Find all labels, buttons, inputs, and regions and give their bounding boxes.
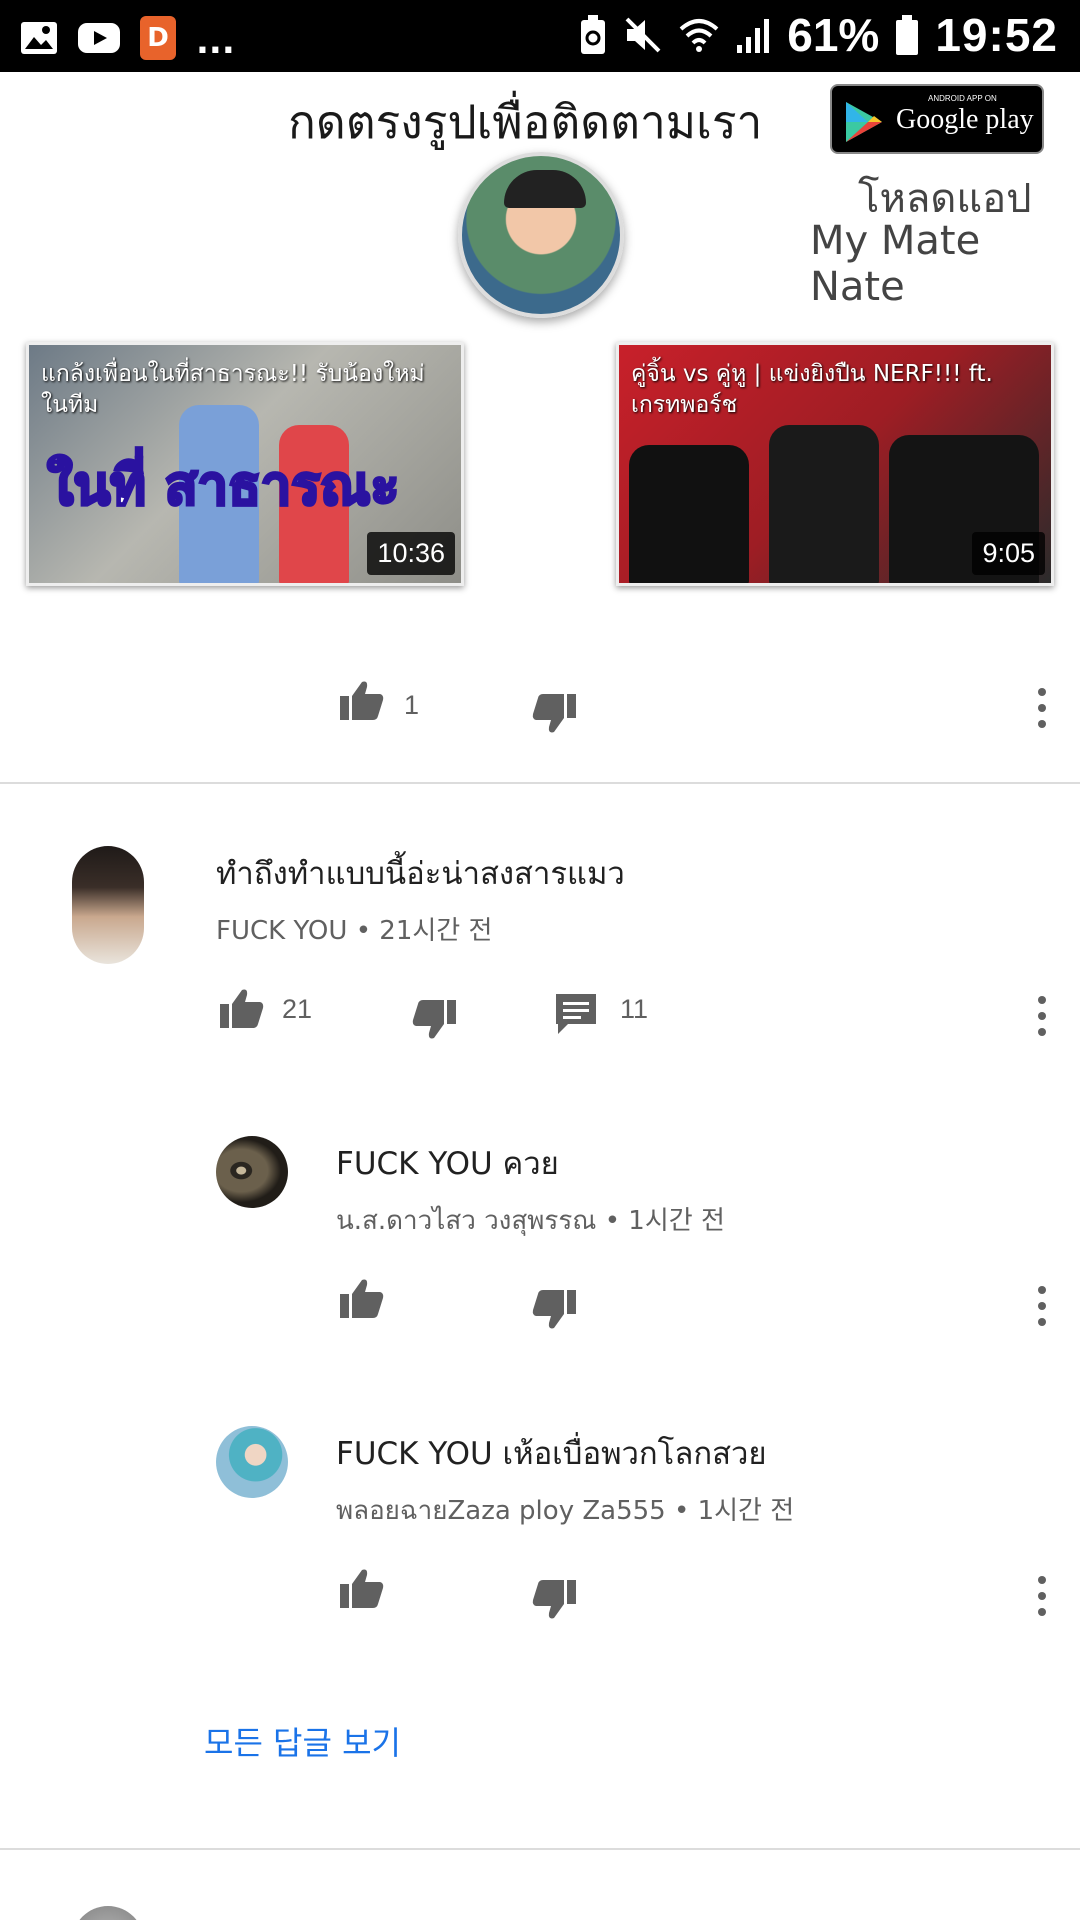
reply-text: FUCK YOU เห้อเบื่อพวกโลกสวย — [336, 1436, 767, 1472]
more-options-icon[interactable] — [1022, 680, 1062, 736]
like-button[interactable] — [214, 980, 270, 1036]
comment-time: 21시간 전 — [379, 916, 493, 946]
commenter-avatar[interactable] — [72, 1906, 144, 1920]
thumbs-down-icon — [532, 1290, 576, 1329]
channel-avatar[interactable] — [458, 152, 624, 318]
reply-meta: น.ส.ดาวไสว วงสุพรรณ • 1시간 전 — [336, 1200, 725, 1241]
reply-actions — [0, 1270, 1080, 1340]
gallery-icon — [21, 22, 57, 54]
more-options-icon[interactable] — [1022, 1278, 1062, 1334]
youtube-icon — [78, 23, 120, 53]
thumbs-up-icon — [340, 1569, 384, 1608]
see-all-replies-link[interactable]: 모든 답글 보기 — [204, 1718, 401, 1764]
video-title-1: แกล้งเพื่อนในที่สาธารณะ!! รับน้องใหม่ในท… — [41, 361, 425, 418]
comment-meta: FUCK YOU • 21시간 전 — [216, 910, 492, 947]
video-overlay-text: ในที่ สาธารณะ — [45, 453, 400, 518]
reply-avatar[interactable] — [216, 1136, 288, 1208]
banner-title: กดตรงรูปเพื่อติดตามเรา — [288, 95, 763, 149]
thumbs-down-icon — [532, 1580, 576, 1619]
reply-time: 1시간 전 — [628, 1206, 725, 1236]
reply-author[interactable]: พลอยฉายZaza ploy Za555 — [336, 1496, 666, 1526]
like-button[interactable] — [334, 672, 390, 728]
thumbs-down-icon — [412, 1000, 456, 1039]
signal-icon — [737, 19, 770, 53]
gplay-big-text: Google play — [896, 104, 1034, 135]
app-name: My Mate Nate — [810, 218, 981, 310]
comment-actions-prev: 1 — [0, 672, 1080, 742]
thumbs-up-icon — [340, 681, 384, 720]
reply-time: 1시간 전 — [697, 1496, 795, 1526]
like-count: 1 — [404, 690, 420, 720]
battery-saver-icon — [581, 15, 606, 54]
thumbs-down-icon — [532, 694, 576, 733]
like-count: 21 — [282, 994, 313, 1024]
more-options-icon[interactable] — [1022, 988, 1062, 1044]
comment-actions: 21 11 — [0, 980, 1080, 1050]
google-play-badge[interactable]: ANDROID APP ON Google play — [830, 84, 1044, 154]
dislike-button[interactable] — [526, 1282, 582, 1338]
comment-text: ทำถึงทำแบบนี้อ่ะน่าสงสารแมว — [216, 856, 625, 892]
like-button[interactable] — [334, 1270, 390, 1326]
reply-actions — [0, 1560, 1080, 1630]
video-duration-1: 10:36 — [367, 532, 455, 575]
dislike-button[interactable] — [526, 686, 582, 742]
divider — [0, 1848, 1080, 1850]
more-notifications: ... — [196, 22, 235, 62]
divider — [0, 782, 1080, 784]
reply-avatar[interactable] — [216, 1426, 288, 1498]
comment-icon — [556, 994, 596, 1034]
thumbs-up-icon — [340, 1279, 384, 1318]
reply-count: 11 — [620, 994, 649, 1024]
meta-separator: • — [355, 916, 380, 946]
like-button[interactable] — [334, 1560, 390, 1616]
comment-author[interactable]: FUCK YOU — [216, 916, 347, 946]
gplay-small-text: ANDROID APP ON — [928, 94, 997, 103]
reply-text: FUCK YOU ควย — [336, 1146, 559, 1182]
clock: 19:52 — [935, 9, 1058, 61]
video-title-2: คู่จิ้น vs คู่หู | แข่งยิงปืน NERF!!! ft… — [631, 361, 993, 418]
app-badge-icon: D — [140, 16, 176, 60]
meta-separator: • — [604, 1206, 629, 1236]
video-duration-2: 9:05 — [972, 532, 1045, 575]
reply-author[interactable]: น.ส.ดาวไสว วงสุพรรณ — [336, 1206, 596, 1236]
channel-banner: กดตรงรูปเพื่อติดตามเรา ANDROID APP ON Go… — [0, 72, 1080, 592]
play-store-icon — [846, 102, 882, 142]
reply-meta: พลอยฉายZaza ploy Za555 • 1시간 전 — [336, 1490, 794, 1531]
thumbs-up-icon — [220, 989, 264, 1028]
video-thumbnail-1[interactable]: แกล้งเพื่อนในที่สาธารณะ!! รับน้องใหม่ในท… — [26, 342, 464, 586]
video-thumbnail-2[interactable]: คู่จิ้น vs คู่หู | แข่งยิงปืน NERF!!! ft… — [616, 342, 1054, 586]
meta-separator: • — [673, 1496, 698, 1526]
reply-button[interactable] — [548, 986, 604, 1042]
wifi-icon — [679, 19, 719, 52]
more-options-icon[interactable] — [1022, 1568, 1062, 1624]
dislike-button[interactable] — [526, 1572, 582, 1628]
commenter-avatar[interactable] — [72, 846, 144, 964]
mute-icon — [625, 17, 661, 53]
battery-percentage: 61% — [787, 9, 880, 61]
status-bar: D ... 61% 19:52 — [0, 0, 1080, 72]
battery-icon — [896, 15, 919, 55]
dislike-button[interactable] — [406, 992, 462, 1048]
